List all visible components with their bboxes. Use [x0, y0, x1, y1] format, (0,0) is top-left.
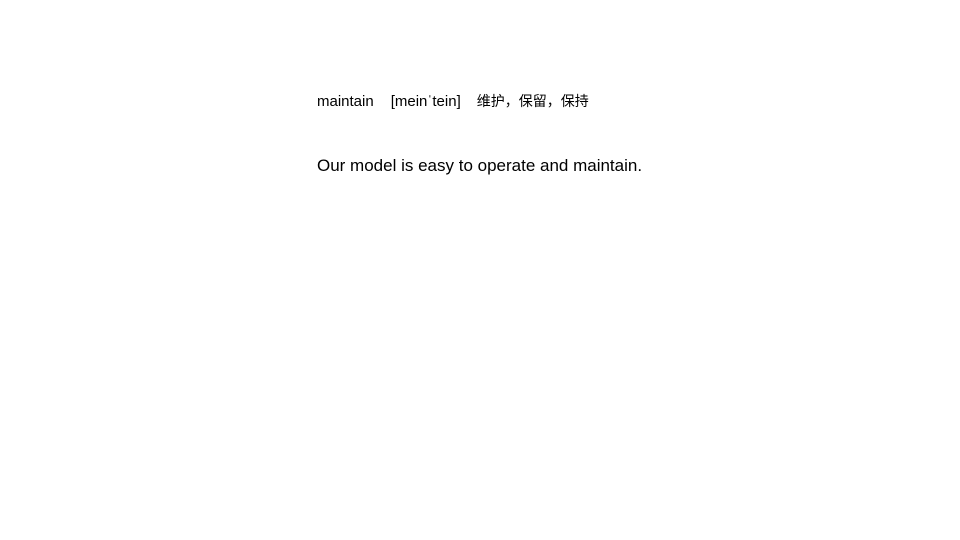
example-sentence: Our model is easy to operate and maintai…	[317, 156, 643, 175]
vocab-word: maintain	[317, 93, 374, 110]
vocabulary-entry: maintain [meinˈtein] 维护，保留，保持	[317, 92, 589, 112]
slide: maintain [meinˈtein] 维护，保留，保持 Our model …	[0, 0, 960, 540]
vocab-meaning: 维护，保留，保持	[476, 94, 589, 110]
vocab-phonetic: [meinˈtein]	[390, 93, 461, 110]
